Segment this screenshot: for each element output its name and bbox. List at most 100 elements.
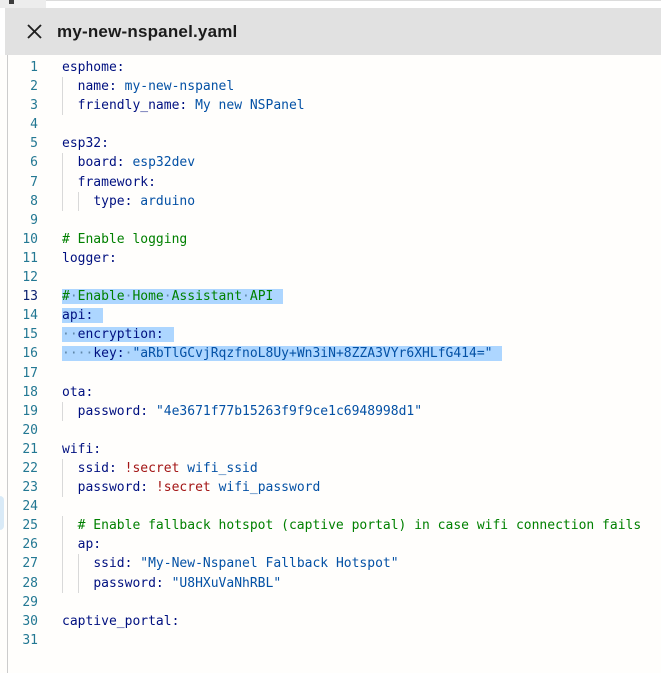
code-line[interactable]: 5 esp32: [0,134,661,153]
code-line-text: ··encryption: [62,325,174,344]
line-number: 10 [0,230,38,249]
token-plain [62,480,78,495]
token-tag: !secret [156,480,211,495]
line-number: 30 [0,612,38,631]
token-val: "4e3671f77b15263f9f9ce1c6948998d1" [156,404,422,419]
code-line[interactable]: 17 [0,364,661,383]
line-number: 21 [0,440,38,459]
line-number: 25 [0,516,38,535]
code-line[interactable]: 31 [0,631,661,650]
indent-guide [62,77,63,96]
token-com: Home [132,289,163,304]
top-border [46,0,661,1]
code-line[interactable]: 9 [0,211,661,230]
token-plain [62,79,78,94]
line-number: 4 [0,115,38,134]
token-plain [211,480,219,495]
code-line-text: board: esp32dev [62,153,195,172]
token-ws: ···· [62,346,93,361]
code-line[interactable]: 1esphome: [0,58,661,77]
token-val: wifi_ssid [187,461,257,476]
code-line-text: captive_portal: [62,612,179,631]
code-line-text: ····key:·"aRbTlGCvjRqzfnoL8Uy+Wn3iN+8ZZA… [62,344,502,363]
code-lines: 1esphome:2 name: my-new-nspanel3 friendl… [0,58,661,650]
selection-highlight: api: [62,308,103,323]
code-line[interactable]: 22 ssid: !secret wifi_ssid [0,459,661,478]
token-key: type: [93,194,132,209]
code-line[interactable]: 23 password: !secret wifi_password [0,478,661,497]
line-number: 26 [0,535,38,554]
token-key: password: [78,404,148,419]
line-number: 5 [0,134,38,153]
code-line[interactable]: 16····key:·"aRbTlGCvjRqzfnoL8Uy+Wn3iN+8Z… [0,344,661,363]
token-key: captive_portal: [62,614,179,629]
close-button[interactable] [24,22,44,42]
line-number: 31 [0,631,38,650]
token-ws: · [242,289,250,304]
code-line[interactable]: 14api: [0,306,661,325]
top-strip-artifact [0,0,46,8]
code-line[interactable]: 4 [0,115,661,134]
code-line[interactable]: 11logger: [0,249,661,268]
code-line[interactable]: 28 password: "U8HXuVaNhRBL" [0,574,661,593]
token-key: board: [78,155,125,170]
code-line[interactable]: 8 type: arduino [0,192,661,211]
code-line[interactable]: 29 [0,593,661,612]
code-line[interactable]: 19 password: "4e3671f77b15263f9f9ce1c694… [0,402,661,421]
token-tag: !secret [125,461,180,476]
line-number: 3 [0,96,38,115]
token-key: key: [93,346,124,361]
indent-guide [78,554,79,573]
code-line[interactable]: 24 [0,497,661,516]
selection-highlight: ··encryption: [62,327,174,342]
code-line[interactable]: 21 wifi: [0,440,661,459]
token-val: arduino [140,194,195,209]
scrollbar-fragment[interactable] [0,496,4,530]
token-val: "My-New-Nspanel Fallback Hotspot" [140,556,398,571]
code-line-text: # Enable logging [62,230,187,249]
token-plain [62,537,78,552]
token-val: wifi_password [219,480,321,495]
token-key: api: [62,308,93,323]
token-key: ssid: [93,556,132,571]
code-line[interactable]: 26 ap: [0,535,661,554]
code-line[interactable]: 13#·Enable·Home·Assistant·API [0,287,661,306]
token-plain [62,155,78,170]
indent-guide [62,554,63,573]
token-com: # Enable fallback hotspot (captive porta… [78,518,642,533]
code-line[interactable]: 25 # Enable fallback hotspot (captive po… [0,516,661,535]
line-number: 15 [0,325,38,344]
indent-guide [62,535,63,554]
code-line-text: esp32: [62,134,109,153]
code-line-text: ota: [62,383,93,402]
code-line[interactable]: 2 name: my-new-nspanel [0,77,661,96]
code-line-text: ssid: !secret wifi_ssid [62,459,258,478]
line-number: 29 [0,593,38,612]
line-number: 20 [0,421,38,440]
token-key: wifi: [62,442,101,457]
indent-guide [62,478,63,497]
token-val: My new NSPanel [195,98,305,113]
code-line[interactable]: 12 [0,268,661,287]
code-line[interactable]: 27 ssid: "My-New-Nspanel Fallback Hotspo… [0,554,661,573]
code-line-text: password: "4e3671f77b15263f9f9ce1c694899… [62,402,422,421]
token-key: password: [78,480,148,495]
code-line[interactable]: 6 board: esp32dev [0,153,661,172]
code-line[interactable]: 20 [0,421,661,440]
code-line[interactable]: 10 # Enable logging [0,230,661,249]
indent-guide [62,402,63,421]
token-com: Enable [78,289,125,304]
code-line[interactable]: 7 framework: [0,173,661,192]
line-number: 6 [0,153,38,172]
token-ws: · [164,289,172,304]
code-line[interactable]: 15 ··encryption: [0,325,661,344]
code-line-text: password: "U8HXuVaNhRBL" [62,574,281,593]
line-number: 11 [0,249,38,268]
code-line-text: ssid: "My-New-Nspanel Fallback Hotspot" [62,554,399,573]
code-line-text: ap: [62,535,101,554]
code-editor[interactable]: 1esphome:2 name: my-new-nspanel3 friendl… [0,55,661,673]
code-line[interactable]: 30 captive_portal: [0,612,661,631]
code-line[interactable]: 3 friendly_name: My new NSPanel [0,96,661,115]
code-line[interactable]: 18ota: [0,383,661,402]
indent-guide [62,459,63,478]
